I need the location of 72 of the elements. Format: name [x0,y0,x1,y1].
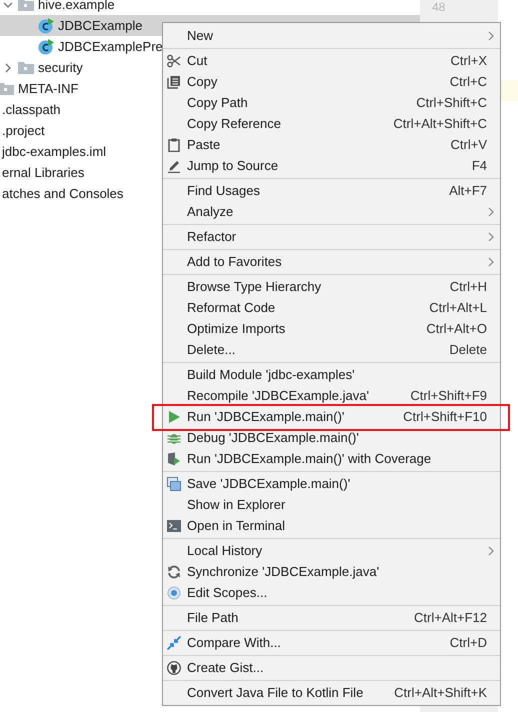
copy-icon [167,74,181,88]
play-icon [167,410,181,424]
menu-item[interactable]: Add to Favorites [163,251,500,272]
menu-item[interactable]: Delete... Delete [163,339,500,360]
line-number: 48 [432,0,446,14]
menu-item[interactable]: Convert Java File to Kotlin File Ctrl+Alt+Shift+K [163,682,500,703]
folder-icon [18,61,34,74]
shortcut-label: Ctrl+H [450,279,487,294]
menu-item[interactable]: Local History [163,540,500,561]
menu-item[interactable]: Refactor [163,226,500,247]
menu-item[interactable]: Run 'JDBCExample.main()' with Coverage [163,448,500,469]
tree-item[interactable]: security [38,60,83,75]
menu-item[interactable]: Jump to Source F4 [163,155,500,176]
menu-item[interactable]: Optimize Imports Ctrl+Alt+O [163,318,500,339]
shortcut-label: Ctrl+C [450,74,487,89]
shortcut-label: Ctrl+Alt+Shift+K [394,685,487,700]
tree-item[interactable]: .classpath [2,102,61,117]
class-icon [38,18,54,34]
menu-item[interactable]: Debug 'JDBCExample.main()' [163,427,500,448]
octocat-icon [167,660,181,674]
class-icon [38,38,54,54]
menu-item[interactable]: Edit Scopes... [163,582,500,603]
shortcut-label: Ctrl+X [450,53,487,68]
compare-icon [167,636,181,650]
shortcut-label: Ctrl+Shift+F10 [403,409,487,424]
shortcut-label: Ctrl+Alt+O [426,321,487,336]
tree-item[interactable]: .project [2,123,45,138]
menu-item[interactable]: Cut Ctrl+X [163,50,500,71]
shortcut-label: Ctrl+Shift+F9 [410,388,487,403]
shortcut-label: Alt+F7 [449,183,487,198]
menu-item[interactable]: Recompile 'JDBCExample.java' Ctrl+Shift+F9 [163,385,500,406]
menu-item[interactable]: Save 'JDBCExample.main()' [163,473,500,494]
menu-item[interactable]: Browse Type Hierarchy Ctrl+H [163,276,500,297]
clipboard-icon [167,138,181,152]
shortcut-label: Ctrl+D [450,635,487,650]
tree-item[interactable]: META-INF [18,81,78,96]
shortcut-label: Delete [449,342,487,357]
sync-icon [167,564,181,578]
menu-item[interactable]: New [163,25,500,46]
shortcut-label: F4 [472,158,487,173]
menu-item[interactable]: Copy Ctrl+C [163,71,500,92]
window-icon [167,476,181,490]
menu-item[interactable]: Create Gist... [163,657,500,678]
menu-item[interactable]: Analyze [163,201,500,222]
tree-item[interactable]: JDBCExample [58,18,143,33]
menu-item[interactable]: Synchronize 'JDBCExample.java' [163,561,500,582]
menu-item[interactable]: Find Usages Alt+F7 [163,180,500,201]
menu-item[interactable]: Run 'JDBCExample.main()' Ctrl+Shift+F10 [163,406,500,427]
menu-item[interactable]: Show in Explorer [163,494,500,515]
shield-play-icon [167,452,181,466]
shortcut-label: Ctrl+Alt+L [429,300,487,315]
menu-item[interactable]: Copy Reference Ctrl+Alt+Shift+C [163,113,500,134]
tree-item[interactable]: jdbc-examples.iml [2,144,106,159]
menu-item[interactable]: Open in Terminal [163,515,500,536]
menu-item[interactable]: File Path Ctrl+Alt+F12 [163,607,500,628]
terminal-icon [167,518,181,532]
menu-item[interactable]: Reformat Code Ctrl+Alt+L [163,297,500,318]
tree-item[interactable]: JDBCExamplePre [58,39,163,54]
menu-item[interactable]: Copy Path Ctrl+Shift+C [163,92,500,113]
shortcut-label: Ctrl+Alt+F12 [414,610,487,625]
shortcut-label: Ctrl+Shift+C [416,95,487,110]
shortcut-label: Ctrl+V [450,137,487,152]
target-icon [167,586,181,600]
menu-item[interactable]: Compare With... Ctrl+D [163,632,500,653]
shortcut-label: Ctrl+Alt+Shift+C [393,116,487,131]
pencil-icon [167,158,181,172]
tree-item[interactable]: ernal Libraries [2,165,84,180]
menu-item[interactable]: Paste Ctrl+V [163,134,500,155]
menu-item[interactable]: Build Module 'jdbc-examples' [163,364,500,385]
tree-item[interactable]: atches and Consoles [2,186,124,201]
chevron-down-icon[interactable] [2,0,14,10]
scissors-icon [167,54,181,68]
